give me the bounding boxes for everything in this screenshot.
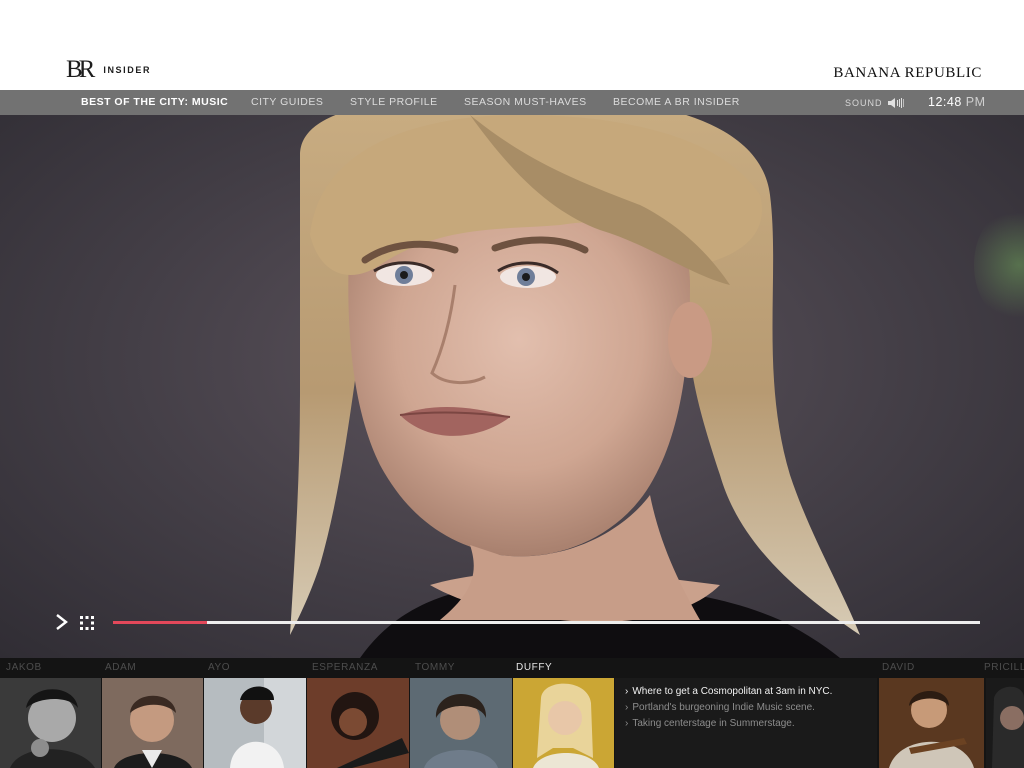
artist-label-adam[interactable]: ADAM [105, 662, 136, 673]
info-link-summerstage[interactable]: › Taking centerstage in Summerstage. [625, 718, 795, 729]
artist-thumb-jakob[interactable] [0, 678, 101, 768]
artist-label-ayo[interactable]: AYO [208, 662, 230, 673]
nav-city-guides[interactable]: CITY GUIDES [251, 96, 323, 108]
info-link-portland-indie[interactable]: › Portland's burgeoning Indie Music scene… [625, 702, 815, 713]
artist-thumb-tommy[interactable] [410, 678, 512, 768]
nav-become-br-insider[interactable]: BECOME A BR INSIDER [613, 96, 740, 108]
artist-label-duffy[interactable]: DUFFY [516, 662, 552, 673]
artist-thumb-adam[interactable] [102, 678, 203, 768]
sound-label: SOUND [845, 98, 883, 108]
speaker-icon [887, 98, 904, 108]
banana-republic-wordmark[interactable]: BANANA REPUBLIC [833, 65, 982, 82]
artist-label-tommy[interactable]: TOMMY [415, 662, 455, 673]
nav-season-must-haves[interactable]: SEASON MUST-HAVES [464, 96, 587, 108]
insider-label: INSIDER [103, 65, 152, 75]
featured-artist-portrait [290, 115, 860, 658]
br-monogram: BR [66, 56, 95, 83]
artist-thumb-ayo[interactable] [204, 678, 306, 768]
clock-time: 12:48 [928, 95, 962, 109]
video-controls [0, 605, 1024, 641]
artist-thumb-duffy[interactable] [513, 678, 614, 768]
video-progress-fill [113, 621, 207, 624]
nav-best-of-city-music[interactable]: BEST OF THE CITY: MUSIC [81, 96, 228, 108]
br-insider-logo[interactable]: BR INSIDER [66, 56, 152, 83]
chevron-right-icon: › [625, 686, 629, 697]
clock-ampm: PM [965, 95, 986, 109]
artist-carousel: JAKOB ADAM AYO ESPERANZA TOMMY DUFFY DAV… [0, 658, 1024, 768]
chevron-right-icon: › [625, 702, 629, 713]
header: BR INSIDER BANANA REPUBLIC [0, 0, 1024, 90]
artist-thumb-pricill[interactable] [986, 678, 1024, 768]
video-player[interactable] [0, 115, 1024, 658]
main-nav: BEST OF THE CITY: MUSIC CITY GUIDES STYL… [0, 90, 1024, 115]
play-icon[interactable] [55, 613, 69, 631]
artist-label-esperanza[interactable]: ESPERANZA [312, 662, 378, 673]
clock: 12:48 PM [928, 95, 986, 109]
artist-label-jakob[interactable]: JAKOB [6, 662, 42, 673]
nav-style-profile[interactable]: STYLE PROFILE [350, 96, 438, 108]
video-progress-bar[interactable] [113, 621, 980, 624]
artist-label-pricill[interactable]: PRICILL [984, 662, 1024, 673]
artist-label-david[interactable]: DAVID [882, 662, 915, 673]
info-link-cosmopolitan[interactable]: › Where to get a Cosmopolitan at 3am in N… [625, 686, 832, 697]
chevron-right-icon: › [625, 718, 629, 729]
grid-icon[interactable] [79, 615, 95, 631]
sound-toggle[interactable]: SOUND [845, 97, 905, 109]
artist-info-panel: › Where to get a Cosmopolitan at 3am in N… [615, 678, 877, 768]
artist-thumb-esperanza[interactable] [307, 678, 409, 768]
artist-thumb-david[interactable] [879, 678, 984, 768]
